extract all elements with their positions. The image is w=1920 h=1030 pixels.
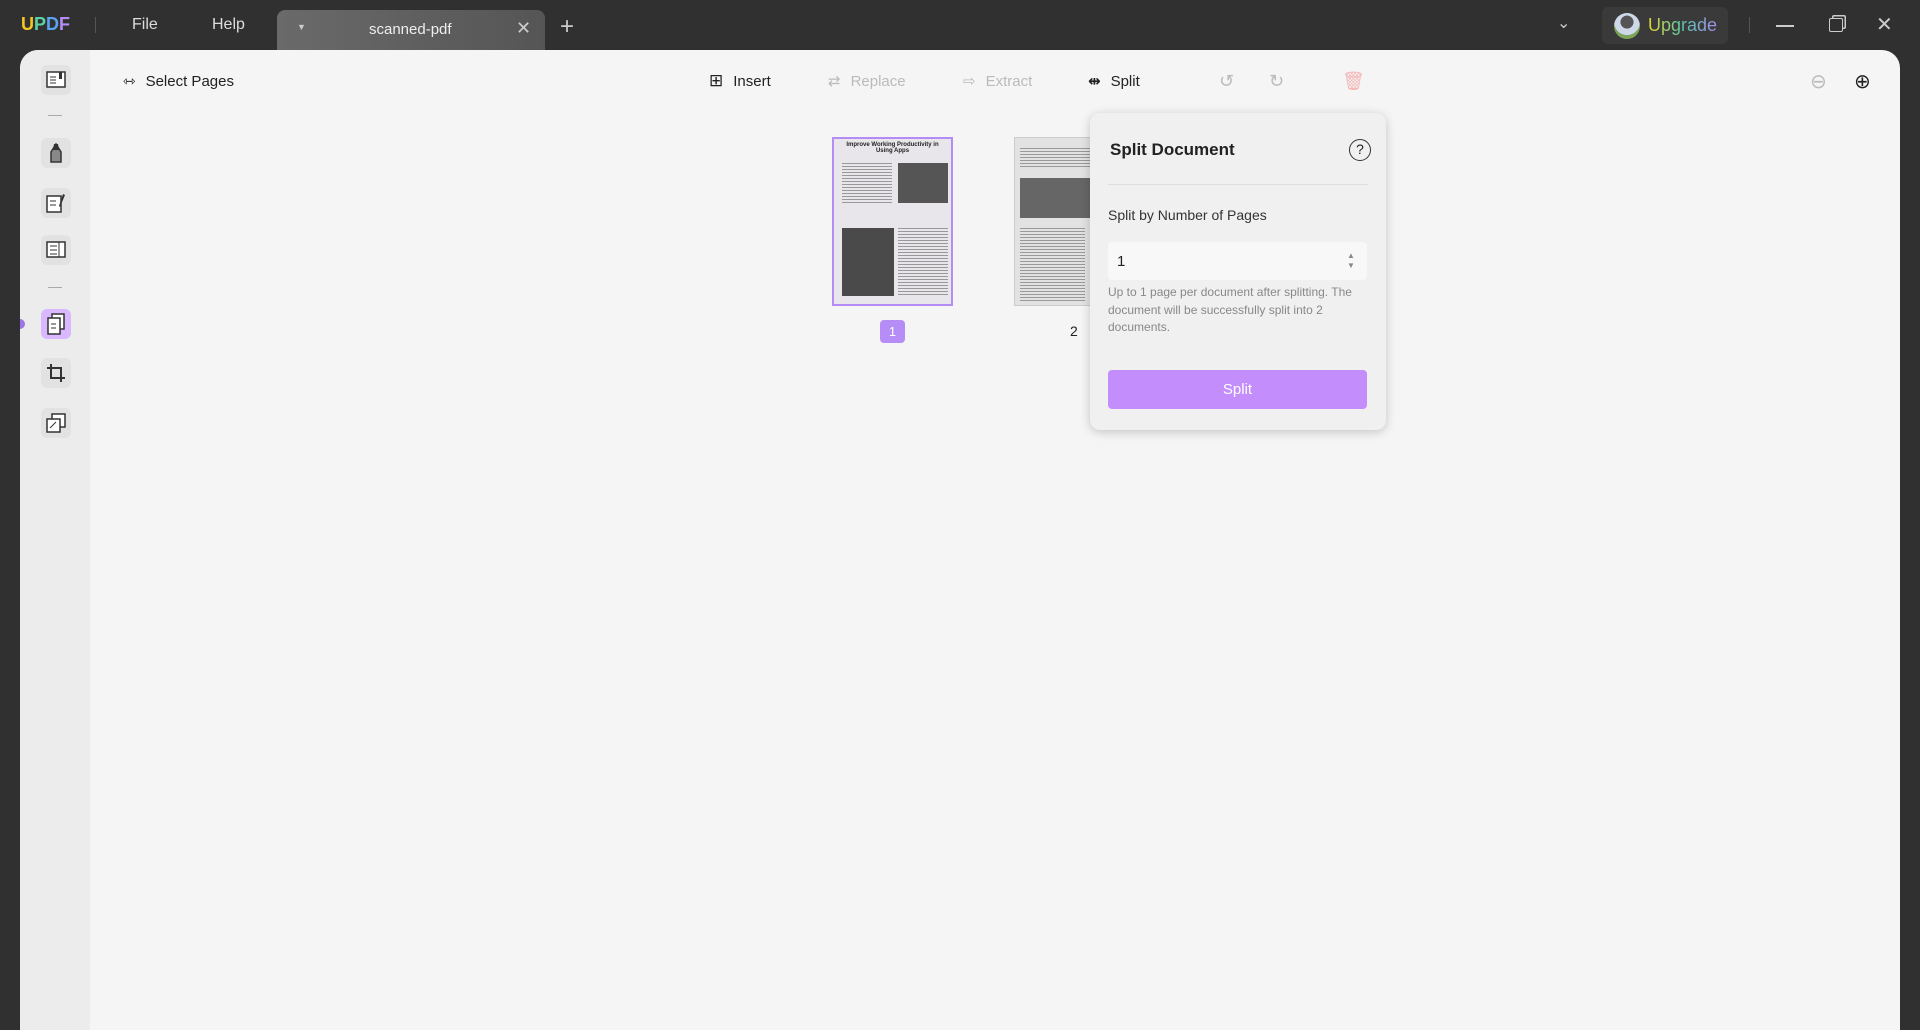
page-text — [1020, 148, 1090, 168]
page-number-badge: 1 — [880, 320, 905, 343]
page-title: Improve Working Productivity in Using Ap… — [846, 142, 939, 154]
main-panel: ⇿ Select Pages ⊞ Insert ⇄ Replace ⇨ Extract … — [20, 50, 1900, 1030]
highlighter-icon[interactable] — [41, 138, 71, 168]
title-bar: UPDF File Help ▼ scanned-pdf ✕ + ⌄ Upgra… — [0, 0, 1920, 50]
page-thumbnail-1[interactable]: Improve Working Productivity in Using Ap… — [832, 137, 953, 306]
reader-icon[interactable] — [41, 65, 71, 95]
tab-caret-icon[interactable]: ▼ — [297, 22, 306, 32]
crop-icon[interactable] — [41, 358, 71, 388]
select-pages-button[interactable]: ⇿ Select Pages — [123, 70, 234, 92]
upgrade-button[interactable]: Upgrade — [1602, 7, 1728, 44]
page-text — [898, 228, 948, 296]
chevron-down-icon[interactable]: ⌄ — [1557, 13, 1570, 33]
insert-page-icon: ⊞ — [709, 71, 724, 90]
close-tab-icon[interactable]: ✕ — [516, 18, 531, 39]
rotate-right-button[interactable]: ↻ — [1269, 70, 1284, 92]
split-by-label: Split by Number of Pages — [1108, 207, 1267, 223]
replace-label: Replace — [850, 72, 906, 90]
close-window-button[interactable]: ✕ — [1876, 12, 1893, 37]
new-tab-button[interactable]: + — [560, 13, 574, 41]
split-document-popup: Split Document ? Split by Number of Page… — [1090, 113, 1386, 430]
select-pages-icon: ⇿ — [123, 73, 136, 90]
split-confirm-button[interactable]: Split — [1108, 370, 1367, 409]
replace-icon: ⇄ — [828, 73, 841, 90]
page-thumbnail-2[interactable] — [1014, 137, 1094, 306]
page-photo — [1020, 178, 1093, 218]
organize-tools-icon[interactable] — [41, 408, 71, 438]
split-icon: ⇹ — [1088, 73, 1101, 90]
page-text — [1020, 228, 1085, 303]
menu-help[interactable]: Help — [212, 16, 245, 34]
minimize-button[interactable] — [1776, 25, 1794, 27]
restore-button[interactable] — [1829, 18, 1843, 32]
divider — [1108, 184, 1368, 185]
organize-pages-icon[interactable] — [41, 309, 71, 339]
page-photo — [842, 228, 894, 296]
updf-logo: UPDF — [21, 14, 71, 34]
split-hint: Up to 1 page per document after splittin… — [1108, 285, 1352, 334]
split-button[interactable]: ⇹ Split — [1088, 70, 1140, 92]
divider — [1749, 17, 1750, 33]
insert-button[interactable]: ⊞ Insert — [709, 70, 771, 92]
split-label: Split — [1110, 72, 1140, 90]
extract-button[interactable]: ⇨ Extract — [963, 70, 1032, 92]
sidebar-divider — [48, 287, 62, 288]
tab-scanned-pdf[interactable]: ▼ scanned-pdf ✕ — [277, 10, 545, 50]
page-photo — [898, 163, 948, 203]
popup-title: Split Document — [1110, 140, 1235, 159]
replace-button[interactable]: ⇄ Replace — [828, 70, 906, 92]
sidebar-divider — [48, 115, 62, 116]
zoom-out-icon[interactable]: ⊖ — [1810, 70, 1827, 93]
left-sidebar — [20, 50, 90, 1030]
upgrade-label: Upgrade — [1648, 15, 1718, 35]
tab-title: scanned-pdf — [369, 21, 452, 38]
pages-per-document-input[interactable] — [1108, 242, 1367, 280]
rotate-left-button[interactable]: ↺ — [1219, 70, 1234, 92]
insert-label: Insert — [733, 72, 771, 90]
extract-label: Extract — [985, 72, 1033, 90]
delete-icon[interactable]: 🗑 — [1342, 70, 1365, 92]
menu-file[interactable]: File — [132, 16, 158, 34]
page-number: 2 — [1070, 323, 1078, 339]
help-icon[interactable]: ? — [1349, 139, 1371, 161]
select-pages-label: Select Pages — [145, 72, 234, 90]
form-icon[interactable] — [41, 235, 71, 265]
active-indicator — [20, 319, 25, 329]
page-text — [842, 163, 892, 203]
extract-icon: ⇨ — [963, 73, 976, 90]
zoom-in-icon[interactable]: ⊕ — [1854, 70, 1871, 93]
number-stepper[interactable]: ▲ ▼ — [1347, 251, 1355, 271]
divider — [95, 17, 96, 33]
avatar — [1614, 13, 1640, 39]
edit-pdf-icon[interactable] — [41, 188, 71, 218]
